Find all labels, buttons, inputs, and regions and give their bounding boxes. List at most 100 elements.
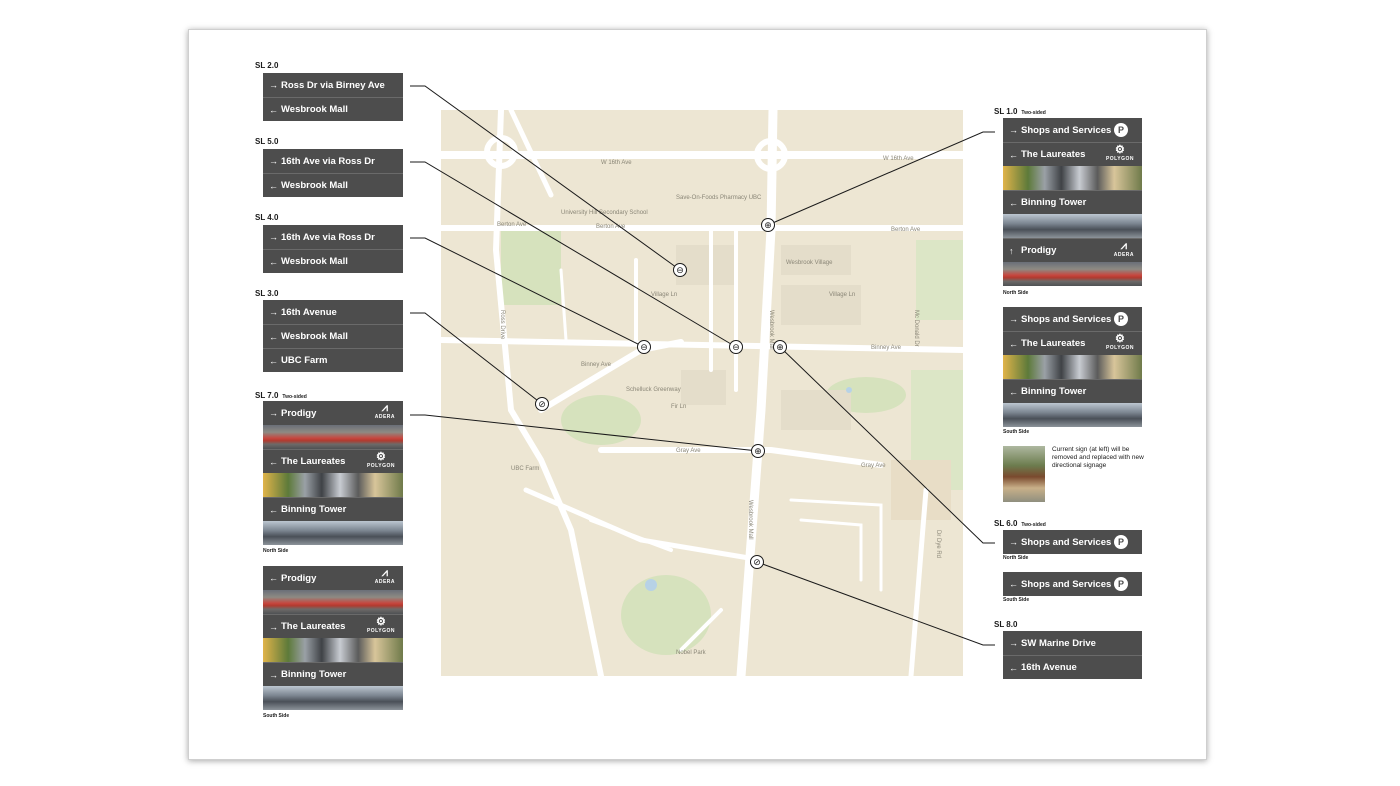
sign-row: ← Wesbrook Mall (263, 249, 403, 273)
replacement-note: Current sign (at left) will be removed a… (1052, 446, 1144, 469)
arrow-icon: ← (1009, 662, 1018, 673)
sign-row: → Prodigy ⩘ ADERA (263, 401, 403, 425)
leader-line-sl7 (410, 414, 759, 452)
sign-row-label: Binning Tower (281, 669, 347, 680)
arrow-icon: → (1009, 537, 1018, 547)
sign-row-label: The Laureates (1021, 149, 1086, 160)
sign-id-sl5: SL 5.0 (255, 137, 279, 146)
sign-row-label: Shops and Services (1021, 578, 1112, 590)
sign-marker-sl1[interactable]: ⊕ (761, 218, 775, 232)
sign-row: ← Binning Tower (263, 497, 403, 521)
sign-marker-sl8[interactable]: ⊘ (750, 555, 764, 569)
sign-row: ← The Laureates ⚙ POLYGON (1003, 142, 1142, 166)
arrow-icon: ← (1009, 338, 1018, 349)
sign-row: ← The Laureates ⚙ POLYGON (263, 449, 403, 473)
sign-row-label: The Laureates (281, 621, 346, 632)
side-caption: North Side (1003, 290, 1029, 296)
arrow-icon: → (269, 156, 278, 166)
sign-row-label: 16th Ave via Ross Dr (281, 155, 375, 167)
arrow-icon: ← (269, 104, 278, 115)
arrow-icon: → (269, 408, 278, 418)
sign-row: ← UBC Farm (263, 348, 403, 372)
adera-logo-icon: ⩘ ADERA (1113, 240, 1134, 259)
side-caption: South Side (1003, 597, 1030, 603)
leader-line-sl2 (410, 85, 681, 271)
leader-line-sl4 (410, 237, 645, 348)
sign-row: ← Binning Tower (1003, 379, 1142, 403)
sign-row-label: Shops and Services (1021, 124, 1112, 136)
parking-icon: P (1114, 312, 1128, 326)
side-caption: North Side (1003, 555, 1029, 561)
arrow-icon: → (1009, 125, 1018, 135)
sign-panel-sl4: → 16th Ave via Ross Dr ← Wesbrook Mall (263, 225, 403, 273)
prodigy-photo (263, 590, 403, 614)
sign-row: ← Wesbrook Mall (263, 173, 403, 197)
sign-id-sl1: SL 1.0 Two-sided (994, 107, 1046, 116)
sign-id-sl3: SL 3.0 (255, 289, 279, 298)
sign-row-label: Prodigy (281, 407, 317, 419)
sign-row-label: Binning Tower (1021, 197, 1087, 208)
sign-row: ← Shops and Services P (1003, 572, 1142, 596)
sign-row-label: Shops and Services (1021, 313, 1112, 325)
arrow-icon: ← (269, 331, 278, 342)
polygon-logo-icon: ⚙ POLYGON (366, 616, 395, 635)
adera-logo-icon: ⩘ ADERA (374, 567, 395, 586)
sign-row: ← The Laureates ⚙ POLYGON (1003, 331, 1142, 355)
laureates-photo (1003, 355, 1142, 379)
sign-panel-sl6-north: → Shops and Services P (1003, 530, 1142, 554)
sign-row: ← Wesbrook Mall (263, 97, 403, 121)
parking-icon: P (1114, 577, 1128, 591)
binning-tower-photo (1003, 403, 1142, 427)
sign-id-sl2: SL 2.0 (255, 61, 279, 70)
leader-line-sl3 (410, 312, 543, 405)
parking-icon: P (1114, 535, 1128, 549)
prodigy-photo (263, 425, 403, 449)
prodigy-photo (1003, 262, 1142, 286)
arrow-icon: → (269, 232, 278, 242)
sign-row-label: Binning Tower (281, 504, 347, 515)
sign-panel-sl1-north: → Shops and Services P ← The Laureates ⚙ PO… (1003, 118, 1142, 286)
sign-panel-sl6-south: ← Shops and Services P (1003, 572, 1142, 596)
leader-line-sl1 (767, 131, 995, 226)
sign-marker-sl4[interactable]: ⊖ (637, 340, 651, 354)
sign-marker-sl7[interactable]: ⊕ (751, 444, 765, 458)
sign-row-label: Wesbrook Mall (281, 180, 348, 191)
sign-marker-sl5[interactable]: ⊖ (729, 340, 743, 354)
laureates-photo (263, 638, 403, 662)
sign-marker-sl2[interactable]: ⊖ (673, 263, 687, 277)
arrow-icon: → (1009, 314, 1018, 324)
sign-row: → 16th Ave via Ross Dr (263, 149, 403, 173)
arrow-icon: ← (269, 456, 278, 467)
sign-row-label: Wesbrook Mall (281, 256, 348, 267)
sign-row: → The Laureates ⚙ POLYGON (263, 614, 403, 638)
side-caption: South Side (263, 713, 290, 719)
binning-tower-photo (1003, 214, 1142, 238)
sign-panel-sl2: → Ross Dr via Birney Ave ← Wesbrook Mall (263, 73, 403, 121)
sign-row-label: 16th Ave via Ross Dr (281, 231, 375, 243)
sign-row-label: Prodigy (1021, 245, 1057, 256)
sign-row: → Shops and Services P (1003, 118, 1142, 142)
parking-icon: P (1114, 123, 1128, 137)
sign-row: ← Prodigy ⩘ ADERA (263, 566, 403, 590)
arrow-icon: ← (1009, 386, 1018, 397)
arrow-icon: → (269, 307, 278, 317)
sign-row: → Binning Tower (263, 662, 403, 686)
side-caption: South Side (1003, 429, 1030, 435)
sign-id-sl6: SL 6.0 Two-sided (994, 519, 1046, 528)
sign-marker-sl6[interactable]: ⊕ (773, 340, 787, 354)
sign-panel-sl7-south: ← Prodigy ⩘ ADERA → The Laureates ⚙ POLYGON … (263, 566, 403, 710)
sign-marker-sl3[interactable]: ⊘ (535, 397, 549, 411)
sign-row: → Shops and Services P (1003, 530, 1142, 554)
sign-panel-sl5: → 16th Ave via Ross Dr ← Wesbrook Mall (263, 149, 403, 197)
arrow-icon: ← (269, 573, 278, 583)
arrow-icon: → (269, 80, 278, 90)
sign-panel-sl8: → SW Marine Drive ← 16th Avenue (1003, 631, 1142, 679)
binning-tower-photo (263, 521, 403, 545)
arrow-icon: → (269, 669, 278, 680)
sign-id-sl8: SL 8.0 (994, 620, 1018, 629)
leader-lines (410, 85, 995, 646)
sign-row: → Shops and Services P (1003, 307, 1142, 331)
sign-row: → Ross Dr via Birney Ave (263, 73, 403, 97)
sign-row-label: 16th Avenue (281, 306, 337, 318)
sign-row-label: UBC Farm (281, 355, 328, 366)
